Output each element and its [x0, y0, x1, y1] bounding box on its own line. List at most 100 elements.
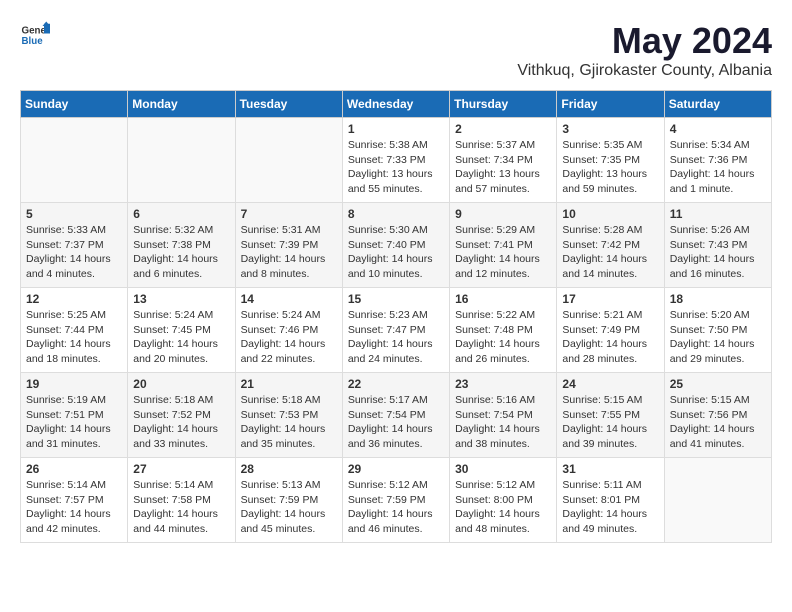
cell-content: Sunrise: 5:17 AM Sunset: 7:54 PM Dayligh… [348, 393, 444, 452]
day-header-saturday: Saturday [664, 91, 771, 118]
sunset: Sunset: 7:49 PM [562, 324, 640, 336]
sunset: Sunset: 7:40 PM [348, 239, 426, 251]
week-row-5: 26 Sunrise: 5:14 AM Sunset: 7:57 PM Dayl… [21, 458, 772, 543]
daylight: Daylight: 14 hours and 33 minutes. [133, 423, 218, 450]
daylight: Daylight: 14 hours and 44 minutes. [133, 508, 218, 535]
sunrise: Sunrise: 5:18 AM [241, 394, 321, 406]
cell-content: Sunrise: 5:15 AM Sunset: 7:56 PM Dayligh… [670, 393, 766, 452]
daylight: Daylight: 13 hours and 59 minutes. [562, 168, 647, 195]
calendar-cell: 25 Sunrise: 5:15 AM Sunset: 7:56 PM Dayl… [664, 373, 771, 458]
cell-content: Sunrise: 5:13 AM Sunset: 7:59 PM Dayligh… [241, 478, 337, 537]
daylight: Daylight: 14 hours and 22 minutes. [241, 338, 326, 365]
sunrise: Sunrise: 5:25 AM [26, 309, 106, 321]
cell-content: Sunrise: 5:12 AM Sunset: 7:59 PM Dayligh… [348, 478, 444, 537]
sunrise: Sunrise: 5:24 AM [133, 309, 213, 321]
sunset: Sunset: 7:46 PM [241, 324, 319, 336]
cell-content: Sunrise: 5:34 AM Sunset: 7:36 PM Dayligh… [670, 138, 766, 197]
sunset: Sunset: 7:43 PM [670, 239, 748, 251]
calendar-cell [21, 118, 128, 203]
calendar-cell: 13 Sunrise: 5:24 AM Sunset: 7:45 PM Dayl… [128, 288, 235, 373]
day-header-tuesday: Tuesday [235, 91, 342, 118]
daylight: Daylight: 14 hours and 31 minutes. [26, 423, 111, 450]
calendar-cell: 3 Sunrise: 5:35 AM Sunset: 7:35 PM Dayli… [557, 118, 664, 203]
daylight: Daylight: 14 hours and 28 minutes. [562, 338, 647, 365]
daylight: Daylight: 14 hours and 1 minute. [670, 168, 755, 195]
sunset: Sunset: 7:45 PM [133, 324, 211, 336]
day-number: 20 [133, 377, 229, 391]
daylight: Daylight: 14 hours and 48 minutes. [455, 508, 540, 535]
sunrise: Sunrise: 5:33 AM [26, 224, 106, 236]
sunrise: Sunrise: 5:18 AM [133, 394, 213, 406]
sunrise: Sunrise: 5:32 AM [133, 224, 213, 236]
sunrise: Sunrise: 5:23 AM [348, 309, 428, 321]
sunrise: Sunrise: 5:13 AM [241, 479, 321, 491]
calendar-cell: 10 Sunrise: 5:28 AM Sunset: 7:42 PM Dayl… [557, 203, 664, 288]
month-year: May 2024 [517, 20, 772, 62]
sunrise: Sunrise: 5:29 AM [455, 224, 535, 236]
calendar-table: SundayMondayTuesdayWednesdayThursdayFrid… [20, 90, 772, 543]
calendar-cell [128, 118, 235, 203]
cell-content: Sunrise: 5:19 AM Sunset: 7:51 PM Dayligh… [26, 393, 122, 452]
sunset: Sunset: 7:54 PM [348, 409, 426, 421]
sunset: Sunset: 8:00 PM [455, 494, 533, 506]
day-number: 7 [241, 207, 337, 221]
daylight: Daylight: 14 hours and 18 minutes. [26, 338, 111, 365]
sunrise: Sunrise: 5:26 AM [670, 224, 750, 236]
day-number: 10 [562, 207, 658, 221]
daylight: Daylight: 14 hours and 26 minutes. [455, 338, 540, 365]
calendar-cell: 11 Sunrise: 5:26 AM Sunset: 7:43 PM Dayl… [664, 203, 771, 288]
daylight: Daylight: 14 hours and 35 minutes. [241, 423, 326, 450]
cell-content: Sunrise: 5:24 AM Sunset: 7:46 PM Dayligh… [241, 308, 337, 367]
cell-content: Sunrise: 5:18 AM Sunset: 7:52 PM Dayligh… [133, 393, 229, 452]
daylight: Daylight: 14 hours and 4 minutes. [26, 253, 111, 280]
sunrise: Sunrise: 5:34 AM [670, 139, 750, 151]
page-header: General Blue May 2024 Vithkuq, Gjirokast… [20, 20, 772, 80]
day-number: 17 [562, 292, 658, 306]
daylight: Daylight: 14 hours and 29 minutes. [670, 338, 755, 365]
sunset: Sunset: 7:58 PM [133, 494, 211, 506]
daylight: Daylight: 13 hours and 55 minutes. [348, 168, 433, 195]
sunset: Sunset: 7:51 PM [26, 409, 104, 421]
day-number: 19 [26, 377, 122, 391]
sunrise: Sunrise: 5:22 AM [455, 309, 535, 321]
day-number: 13 [133, 292, 229, 306]
sunset: Sunset: 7:39 PM [241, 239, 319, 251]
calendar-cell: 7 Sunrise: 5:31 AM Sunset: 7:39 PM Dayli… [235, 203, 342, 288]
sunset: Sunset: 7:50 PM [670, 324, 748, 336]
day-number: 11 [670, 207, 766, 221]
calendar-cell: 4 Sunrise: 5:34 AM Sunset: 7:36 PM Dayli… [664, 118, 771, 203]
day-number: 15 [348, 292, 444, 306]
calendar-cell: 12 Sunrise: 5:25 AM Sunset: 7:44 PM Dayl… [21, 288, 128, 373]
sunrise: Sunrise: 5:31 AM [241, 224, 321, 236]
calendar-cell: 24 Sunrise: 5:15 AM Sunset: 7:55 PM Dayl… [557, 373, 664, 458]
days-header-row: SundayMondayTuesdayWednesdayThursdayFrid… [21, 91, 772, 118]
sunset: Sunset: 7:36 PM [670, 154, 748, 166]
cell-content: Sunrise: 5:30 AM Sunset: 7:40 PM Dayligh… [348, 223, 444, 282]
calendar-cell: 27 Sunrise: 5:14 AM Sunset: 7:58 PM Dayl… [128, 458, 235, 543]
calendar-cell: 22 Sunrise: 5:17 AM Sunset: 7:54 PM Dayl… [342, 373, 449, 458]
sunrise: Sunrise: 5:30 AM [348, 224, 428, 236]
daylight: Daylight: 14 hours and 8 minutes. [241, 253, 326, 280]
day-number: 22 [348, 377, 444, 391]
week-row-1: 1 Sunrise: 5:38 AM Sunset: 7:33 PM Dayli… [21, 118, 772, 203]
cell-content: Sunrise: 5:37 AM Sunset: 7:34 PM Dayligh… [455, 138, 551, 197]
daylight: Daylight: 13 hours and 57 minutes. [455, 168, 540, 195]
sunrise: Sunrise: 5:17 AM [348, 394, 428, 406]
day-number: 1 [348, 122, 444, 136]
sunrise: Sunrise: 5:11 AM [562, 479, 641, 491]
day-number: 6 [133, 207, 229, 221]
sunrise: Sunrise: 5:15 AM [670, 394, 750, 406]
sunrise: Sunrise: 5:20 AM [670, 309, 750, 321]
daylight: Daylight: 14 hours and 36 minutes. [348, 423, 433, 450]
sunrise: Sunrise: 5:14 AM [133, 479, 213, 491]
sunrise: Sunrise: 5:21 AM [562, 309, 642, 321]
daylight: Daylight: 14 hours and 41 minutes. [670, 423, 755, 450]
title-area: May 2024 Vithkuq, Gjirokaster County, Al… [517, 20, 772, 80]
logo: General Blue [20, 20, 50, 50]
cell-content: Sunrise: 5:15 AM Sunset: 7:55 PM Dayligh… [562, 393, 658, 452]
calendar-cell: 1 Sunrise: 5:38 AM Sunset: 7:33 PM Dayli… [342, 118, 449, 203]
daylight: Daylight: 14 hours and 24 minutes. [348, 338, 433, 365]
sunset: Sunset: 7:37 PM [26, 239, 104, 251]
sunset: Sunset: 7:47 PM [348, 324, 426, 336]
calendar-cell: 30 Sunrise: 5:12 AM Sunset: 8:00 PM Dayl… [450, 458, 557, 543]
